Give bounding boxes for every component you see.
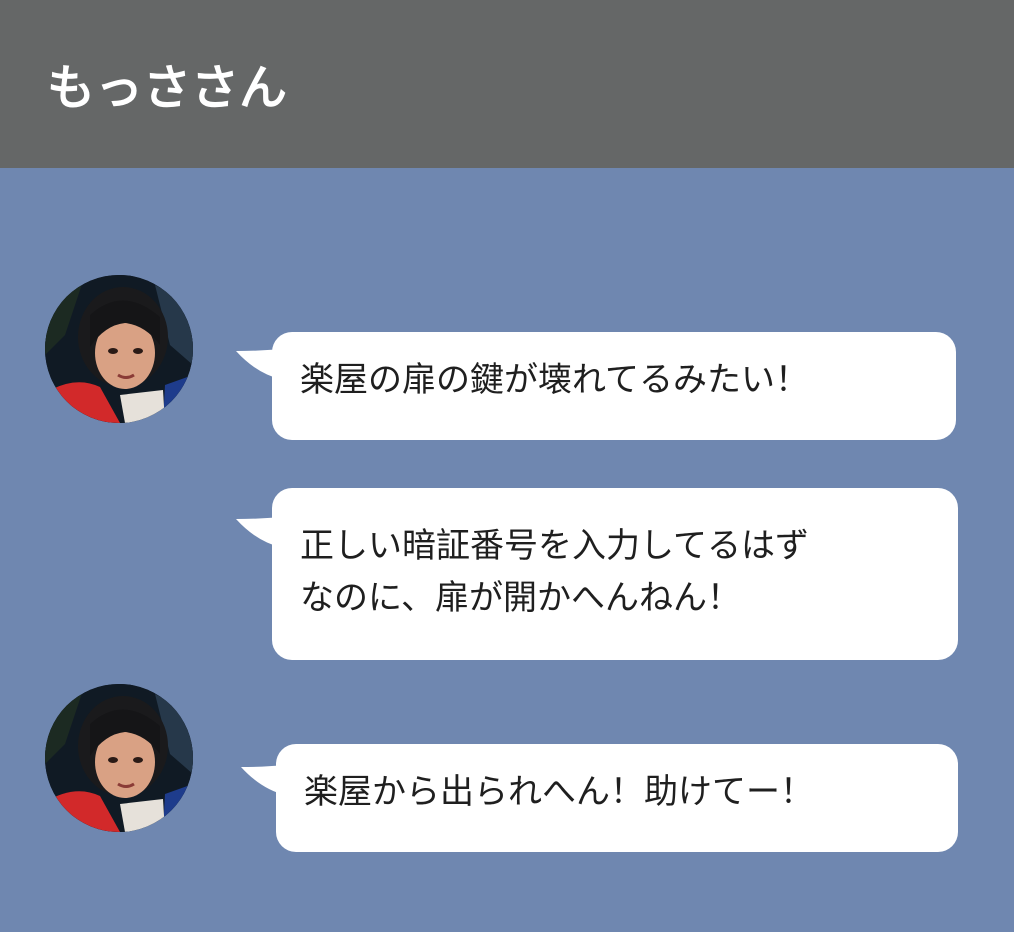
message-text: 正しい暗証番号を入力してるはず (300, 526, 809, 566)
message-text: 楽屋の扉の鍵が壊れてるみたい！ (300, 360, 809, 400)
contact-name: もっささん (47, 60, 288, 116)
chat-header: もっささん (0, 0, 1014, 168)
avatar[interactable] (45, 684, 193, 832)
message-bubble[interactable]: 正しい暗証番号を入力してるはず なのに、扉が開かへんねん！ (272, 488, 958, 660)
message-text: なのに、扉が開かへんねん！ (300, 578, 741, 618)
avatar-photo-icon (45, 684, 193, 832)
avatar-photo-icon (45, 275, 193, 423)
message-bubble[interactable]: 楽屋の扉の鍵が壊れてるみたい！ (272, 332, 956, 440)
avatar[interactable] (45, 275, 193, 423)
message-bubble[interactable]: 楽屋から出られへん！助けてー！ (276, 744, 958, 852)
message-text: 楽屋から出られへん！助けてー！ (304, 772, 814, 812)
message-list[interactable]: 楽屋の扉の鍵が壊れてるみたい！ 正しい暗証番号を入力してるはず なのに、扉が開か… (0, 168, 1014, 932)
